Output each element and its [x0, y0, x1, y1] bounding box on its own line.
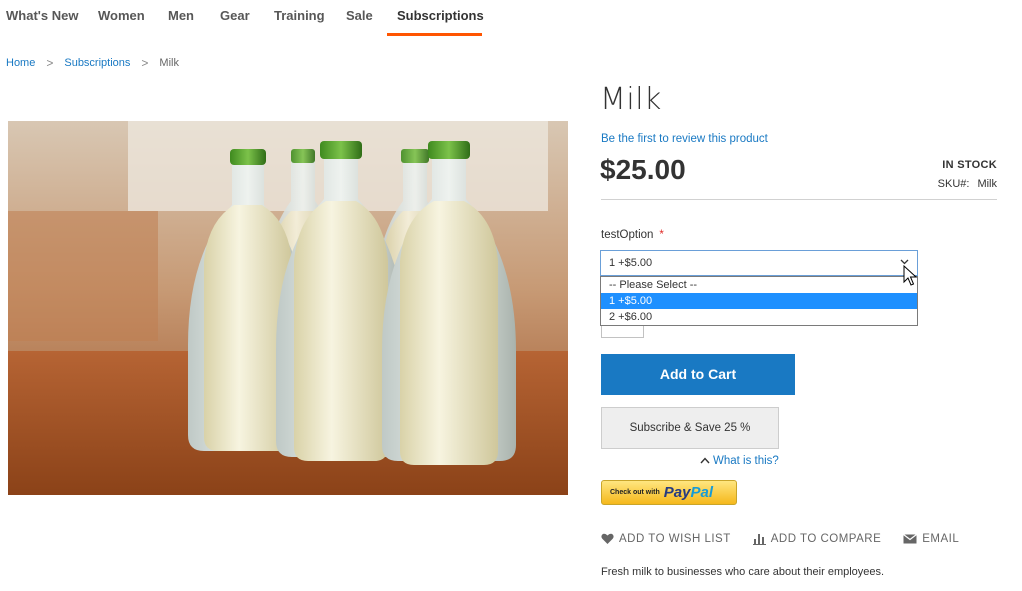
- paypal-checkout-text: Check out with: [610, 489, 660, 496]
- nav-item-subscriptions[interactable]: Subscriptions: [397, 0, 484, 36]
- add-to-compare-link[interactable]: ADD TO COMPARE: [752, 533, 882, 545]
- paypal-checkout-button[interactable]: Check out with Pay Pal: [601, 480, 737, 505]
- review-link[interactable]: Be the first to review this product: [601, 133, 768, 145]
- breadcrumb-separator-icon: >: [46, 56, 54, 70]
- breadcrumb-home[interactable]: Home: [6, 57, 35, 69]
- dropdown-option-1[interactable]: 1 +$5.00: [601, 293, 917, 309]
- dropdown-option-2[interactable]: 2 +$6.00: [601, 309, 917, 325]
- wishlist-label: ADD TO WISH LIST: [619, 533, 731, 545]
- product-price: $25.00: [600, 154, 686, 185]
- breadcrumb-current: Milk: [159, 57, 179, 69]
- sku-value: Milk: [977, 178, 997, 190]
- nav-item-gear[interactable]: Gear: [220, 0, 250, 36]
- product-title: Milk: [600, 82, 662, 117]
- paypal-logo-pay: Pay: [663, 484, 691, 501]
- option-label: testOption *: [601, 229, 664, 241]
- sku-label: SKU#:: [937, 178, 970, 190]
- breadcrumb-subscriptions[interactable]: Subscriptions: [64, 57, 130, 69]
- what-is-this-link[interactable]: What is this?: [700, 455, 779, 467]
- stock-status: IN STOCK: [942, 159, 997, 171]
- nav-active-underline: [387, 33, 482, 36]
- required-mark: *: [659, 229, 664, 241]
- nav-item-women[interactable]: Women: [98, 0, 145, 36]
- chevron-up-icon: [700, 455, 710, 467]
- nav-item-sale[interactable]: Sale: [346, 0, 373, 36]
- email-label: EMAIL: [922, 533, 960, 545]
- option-label-text: testOption: [601, 229, 654, 241]
- product-description: Fresh milk to businesses who care about …: [601, 566, 885, 578]
- envelope-icon: [903, 534, 918, 544]
- breadcrumb-separator-icon: >: [141, 56, 149, 70]
- nav-item-men[interactable]: Men: [168, 0, 194, 36]
- add-to-cart-button[interactable]: Add to Cart: [601, 354, 795, 395]
- product-actions: ADD TO WISH LIST ADD TO COMPARE EMAIL: [601, 533, 981, 545]
- milk-bottles-image: [8, 121, 568, 495]
- option-select[interactable]: 1 +$5.00: [600, 250, 918, 276]
- add-to-wishlist-link[interactable]: ADD TO WISH LIST: [601, 533, 731, 545]
- bar-chart-icon: [752, 533, 766, 545]
- subscribe-save-button[interactable]: Subscribe & Save 25 %: [601, 407, 779, 449]
- option-select-value: 1 +$5.00: [609, 257, 653, 269]
- email-link[interactable]: EMAIL: [903, 533, 959, 545]
- breadcrumb: Home > Subscriptions > Milk: [6, 56, 179, 70]
- top-navigation: What's New Women Men Gear Training Sale …: [0, 0, 1022, 36]
- product-image[interactable]: [8, 121, 568, 495]
- mouse-cursor-icon: [903, 265, 917, 286]
- paypal-logo-pal: Pal: [690, 484, 713, 501]
- option-dropdown-list: -- Please Select -- 1 +$5.00 2 +$6.00: [600, 276, 918, 326]
- nav-item-whats-new[interactable]: What's New: [6, 0, 78, 36]
- divider: [601, 199, 997, 200]
- dropdown-option-please-select[interactable]: -- Please Select --: [601, 277, 917, 293]
- nav-item-training[interactable]: Training: [274, 0, 325, 36]
- heart-icon: [601, 533, 614, 545]
- product-sku: SKU#: Milk: [938, 178, 997, 190]
- what-is-this-text: What is this?: [713, 455, 779, 467]
- compare-label: ADD TO COMPARE: [770, 533, 882, 545]
